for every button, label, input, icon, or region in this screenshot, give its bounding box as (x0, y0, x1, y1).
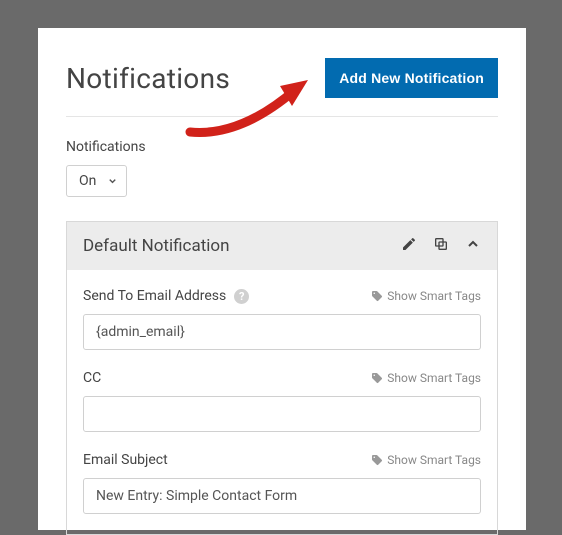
send-to-input[interactable] (83, 314, 481, 350)
send-to-label: Send To Email Address ? (83, 288, 249, 304)
panel-header: Notifications Add New Notification (66, 58, 498, 117)
tag-icon (371, 372, 383, 384)
subject-input[interactable] (83, 478, 481, 514)
help-icon[interactable]: ? (234, 289, 249, 304)
show-smart-tags-link[interactable]: Show Smart Tags (371, 289, 481, 303)
page-title: Notifications (66, 62, 230, 95)
card-actions (401, 236, 481, 256)
field-cc: CC Show Smart Tags (83, 370, 481, 432)
field-subject: Email Subject Show Smart Tags (83, 452, 481, 514)
chevron-down-icon (107, 176, 118, 187)
notifications-panel: Notifications Add New Notification Notif… (38, 28, 526, 530)
notifications-toggle-select[interactable]: On (66, 165, 127, 197)
notification-card: Default Notification Send To Email Addre… (66, 221, 498, 535)
card-header: Default Notification (67, 222, 497, 270)
tag-icon (371, 454, 383, 466)
duplicate-icon[interactable] (433, 236, 449, 256)
edit-icon[interactable] (401, 236, 417, 256)
tag-icon (371, 290, 383, 302)
notifications-toggle-label: Notifications (66, 139, 498, 155)
show-smart-tags-link[interactable]: Show Smart Tags (371, 371, 481, 385)
cc-input[interactable] (83, 396, 481, 432)
card-body: Send To Email Address ? Show Smart Tags … (67, 270, 497, 514)
cc-label: CC (83, 370, 101, 386)
field-send-to: Send To Email Address ? Show Smart Tags (83, 288, 481, 350)
collapse-icon[interactable] (465, 236, 481, 256)
add-new-notification-button[interactable]: Add New Notification (325, 58, 498, 98)
notifications-toggle-value: On (79, 173, 96, 189)
subject-label: Email Subject (83, 452, 168, 468)
card-title: Default Notification (83, 236, 401, 256)
show-smart-tags-link[interactable]: Show Smart Tags (371, 453, 481, 467)
